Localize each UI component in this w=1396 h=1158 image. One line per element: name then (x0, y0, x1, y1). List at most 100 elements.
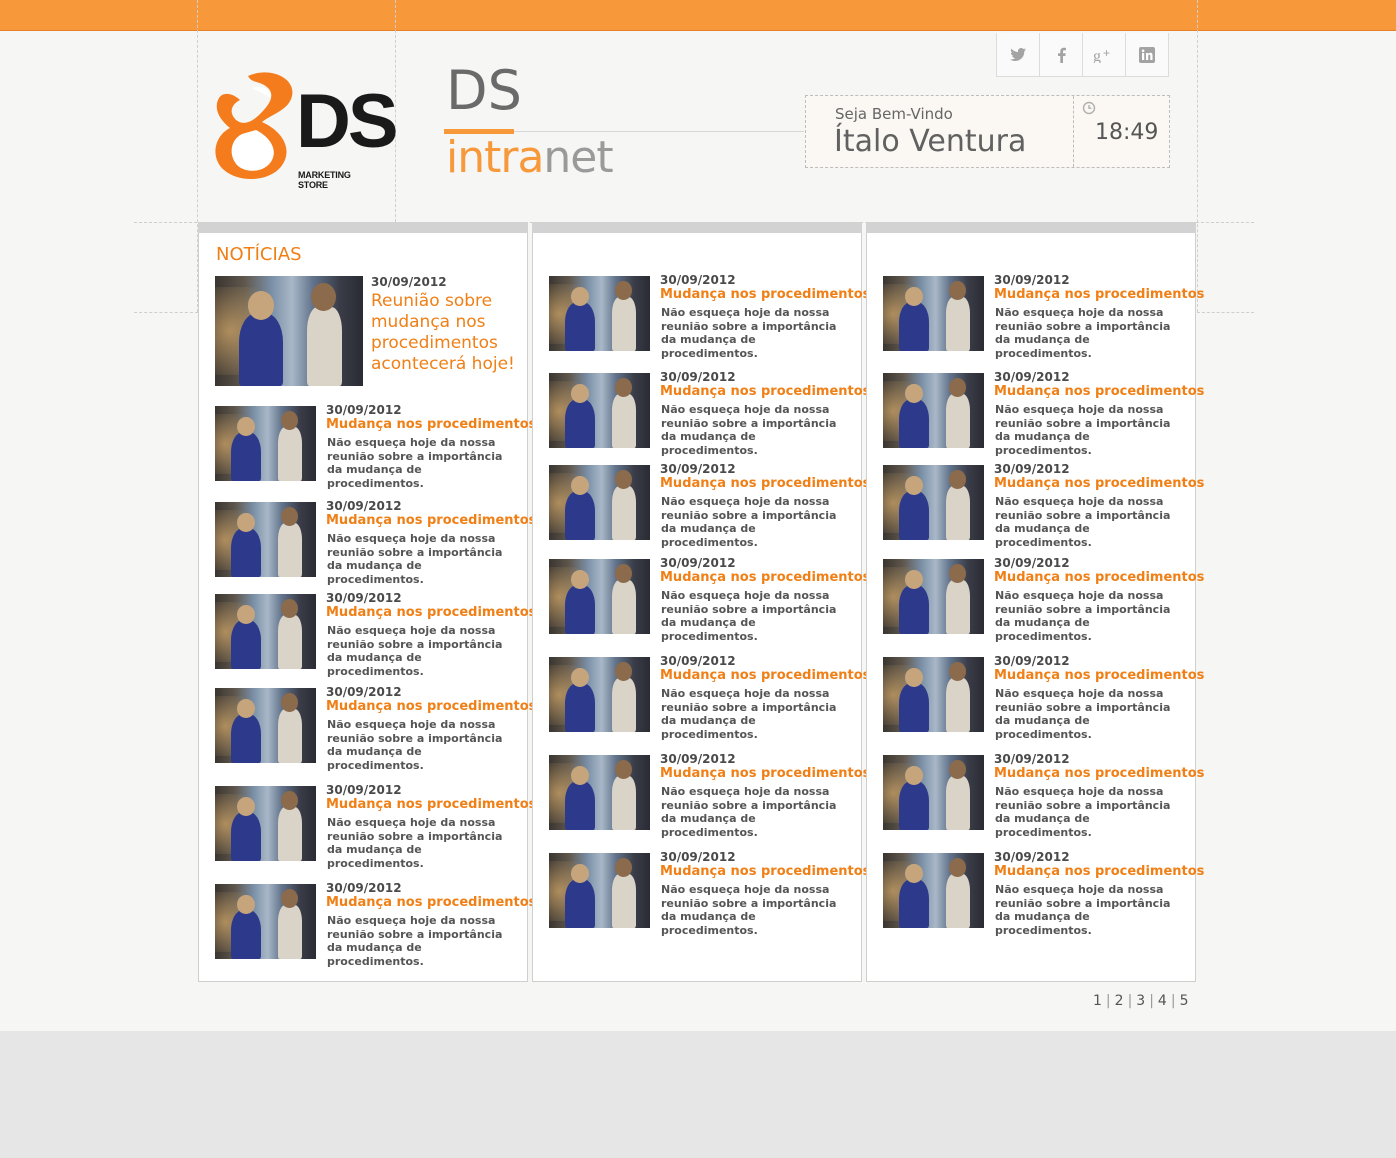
news-item-title[interactable]: Mudança nos procedimentos (994, 476, 1204, 491)
news-item-title[interactable]: Mudança nos procedimentos (660, 476, 870, 491)
news-item-text: Não esqueça hoje da nossa reunião sobre … (661, 883, 837, 937)
photo-detail (611, 776, 636, 830)
linkedin-button[interactable] (1126, 33, 1168, 76)
brand-subtitle-gray: net (543, 132, 613, 183)
news-item[interactable]: 30/09/2012 Mudança nos procedimentos Não e… (867, 462, 1204, 549)
news-item[interactable]: 30/09/2012 Mudança nos procedimentos Não e… (533, 850, 870, 937)
news-item-photo[interactable] (215, 786, 316, 861)
photo-detail (945, 874, 970, 928)
news-item-photo[interactable] (215, 884, 316, 959)
photo-detail (565, 584, 596, 634)
page-link-3[interactable]: 3 (1136, 993, 1145, 1009)
news-item[interactable]: 30/09/2012 Mudança nos procedimentos Não e… (867, 752, 1204, 839)
page-link-2[interactable]: 2 (1115, 993, 1124, 1009)
news-item-photo[interactable] (549, 657, 650, 732)
page-link-5[interactable]: 5 (1180, 993, 1189, 1009)
news-item-photo[interactable] (215, 594, 316, 669)
news-item-text: Não esqueça hoje da nossa reunião sobre … (327, 624, 503, 678)
news-column-3: 30/09/2012 Mudança nos procedimentos Não e… (866, 222, 1204, 982)
news-item-photo[interactable] (883, 559, 984, 634)
news-item-photo[interactable] (549, 465, 650, 540)
featured-news-title[interactable]: Reunião sobre mudança nos procedimentos … (371, 291, 531, 375)
news-item-photo[interactable] (215, 502, 316, 577)
news-item-title[interactable]: Mudança nos procedimentos (326, 699, 536, 714)
news-item[interactable]: 30/09/2012 Mudança nos procedimentos Não e… (533, 462, 870, 549)
news-item-title[interactable]: Mudança nos procedimentos (660, 668, 870, 683)
photo-detail (614, 563, 632, 583)
news-item-title[interactable]: Mudança nos procedimentos (994, 864, 1204, 879)
photo-detail (277, 523, 302, 577)
news-item[interactable]: 30/09/2012 Mudança nos procedimentos Não e… (867, 654, 1204, 741)
news-item-title[interactable]: Mudança nos procedimentos (660, 384, 870, 399)
pagination-separator: | (1149, 993, 1154, 1009)
news-item[interactable]: 30/09/2012 Mudança nos procedimentos Não e… (533, 370, 870, 457)
news-item-photo[interactable] (883, 755, 984, 830)
news-item-photo[interactable] (883, 853, 984, 928)
photo-detail (614, 377, 632, 397)
news-item-text: Não esqueça hoje da nossa reunião sobre … (661, 589, 837, 643)
news-item-title[interactable]: Mudança nos procedimentos (660, 766, 870, 781)
news-item[interactable]: 30/09/2012 Mudança nos procedimentos Não e… (199, 499, 536, 586)
photo-detail (948, 857, 966, 877)
news-item[interactable]: 30/09/2012 Mudança nos procedimentos Não e… (533, 556, 870, 643)
news-item-title[interactable]: Mudança nos procedimentos (994, 766, 1204, 781)
news-item-photo[interactable] (549, 373, 650, 448)
photo-detail (280, 506, 298, 526)
news-item-photo[interactable] (549, 559, 650, 634)
news-item-photo[interactable] (549, 853, 650, 928)
news-item[interactable]: 30/09/2012 Mudança nos procedimentos Não e… (867, 556, 1204, 643)
news-item-title[interactable]: Mudança nos procedimentos (326, 895, 536, 910)
welcome-divider (1073, 96, 1074, 167)
news-item[interactable]: 30/09/2012 Mudança nos procedimentos Não e… (533, 654, 870, 741)
news-item-title[interactable]: Mudança nos procedimentos (660, 864, 870, 879)
page-link-4[interactable]: 4 (1158, 993, 1167, 1009)
news-item-title[interactable]: Mudança nos procedimentos (326, 797, 536, 812)
photo-detail (899, 878, 930, 928)
news-item[interactable]: 30/09/2012 Mudança nos procedimentos Não e… (867, 273, 1204, 360)
news-item[interactable]: 30/09/2012 Mudança nos procedimentos Não e… (199, 685, 536, 772)
featured-news-photo[interactable] (215, 276, 363, 386)
news-item[interactable]: 30/09/2012 Mudança nos procedimentos Não e… (867, 370, 1204, 457)
news-item-photo[interactable] (883, 373, 984, 448)
news-item-photo[interactable] (215, 406, 316, 481)
news-item-title[interactable]: Mudança nos procedimentos (994, 287, 1204, 302)
news-item-text: Não esqueça hoje da nossa reunião sobre … (327, 718, 503, 772)
news-item[interactable]: 30/09/2012 Mudança nos procedimentos Não e… (199, 881, 536, 968)
photo-detail (614, 759, 632, 779)
news-item[interactable]: 30/09/2012 Mudança nos procedimentos Não e… (533, 273, 870, 360)
news-item-title[interactable]: Mudança nos procedimentos (994, 570, 1204, 585)
news-item-photo[interactable] (215, 688, 316, 763)
photo-detail (277, 615, 302, 669)
welcome-label: Seja Bem-Vindo (835, 105, 953, 123)
news-item-title[interactable]: Mudança nos procedimentos (994, 668, 1204, 683)
news-item-title[interactable]: Mudança nos procedimentos (660, 287, 870, 302)
facebook-button[interactable] (1040, 33, 1083, 76)
google-plus-button[interactable]: g + (1083, 33, 1126, 76)
news-item-photo[interactable] (549, 276, 650, 351)
news-item-title[interactable]: Mudança nos procedimentos (994, 384, 1204, 399)
news-item[interactable]: 30/09/2012 Mudança nos procedimentos Não e… (199, 591, 536, 678)
photo-detail (948, 661, 966, 681)
svg-text:+: + (1103, 47, 1110, 60)
news-item-title[interactable]: Mudança nos procedimentos (326, 417, 536, 432)
photo-detail (611, 580, 636, 634)
news-item-title[interactable]: Mudança nos procedimentos (326, 605, 536, 620)
page-link-1[interactable]: 1 (1093, 993, 1102, 1009)
news-item-title[interactable]: Mudança nos procedimentos (660, 570, 870, 585)
news-item-title[interactable]: Mudança nos procedimentos (326, 513, 536, 528)
news-item[interactable]: 30/09/2012 Mudança nos procedimentos Não e… (199, 403, 536, 490)
photo-detail (611, 486, 636, 540)
news-item-photo[interactable] (883, 657, 984, 732)
news-item[interactable]: 30/09/2012 Mudança nos procedimentos Não e… (199, 783, 536, 870)
photo-detail (280, 888, 298, 908)
ds-logo[interactable]: DS MARKETING STORE (212, 70, 399, 190)
news-item-photo[interactable] (883, 276, 984, 351)
news-item[interactable]: 30/09/2012 Mudança nos procedimentos Não e… (533, 752, 870, 839)
news-item-photo[interactable] (549, 755, 650, 830)
photo-detail (565, 878, 596, 928)
news-item[interactable]: 30/09/2012 Mudança nos procedimentos Não e… (867, 850, 1204, 937)
clock-time: 18:49 (1095, 120, 1159, 145)
featured-news[interactable]: 30/09/2012 Reunião sobre mudança nos proc… (199, 275, 527, 388)
news-item-photo[interactable] (883, 465, 984, 540)
twitter-button[interactable] (997, 33, 1040, 76)
